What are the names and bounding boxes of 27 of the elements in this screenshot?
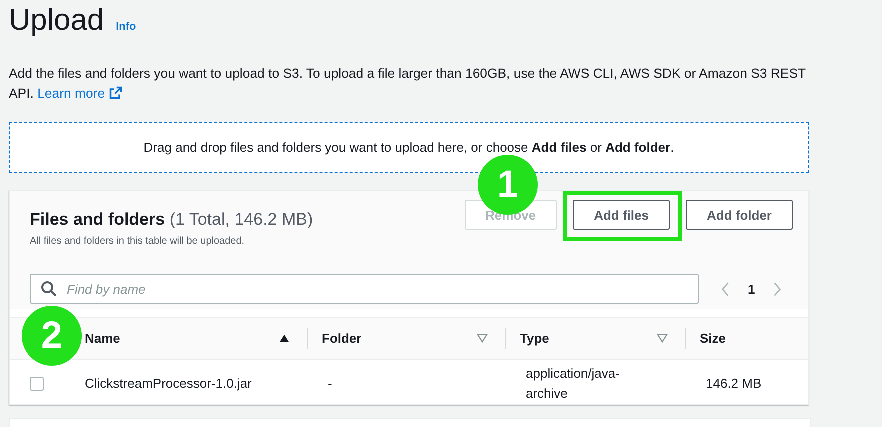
table-cell-text: application/java-archive bbox=[526, 364, 621, 402]
column-header[interactable]: Size bbox=[700, 331, 726, 346]
sort-ascending-icon[interactable] bbox=[279, 334, 290, 343]
table-cell: - bbox=[328, 376, 332, 391]
table-cell: ClickstreamProcessor-1.0.jar bbox=[85, 376, 252, 391]
next-page-icon[interactable] bbox=[773, 282, 782, 296]
action-button[interactable]: Add files bbox=[573, 200, 670, 230]
previous-page-icon[interactable] bbox=[721, 282, 730, 296]
page-title: Upload bbox=[9, 4, 104, 38]
sort-icon[interactable] bbox=[477, 334, 488, 343]
column-header[interactable]: Folder bbox=[322, 331, 362, 346]
learn-more-link[interactable]: Learn more bbox=[38, 86, 124, 101]
table-cell: 146.2 MB bbox=[706, 376, 762, 391]
search-icon bbox=[41, 281, 57, 297]
search-field[interactable]: Find by name bbox=[30, 274, 699, 304]
column-header[interactable]: Name bbox=[85, 331, 120, 346]
sort-icon[interactable] bbox=[657, 334, 668, 343]
external-link-icon bbox=[109, 86, 124, 100]
description: Add the files and folders you want to upload to S3. To upload a file larger than 160GB, use the AWS CLI, AWS SDK or Amazon S3 REST API. Learn more bbox=[9, 65, 807, 103]
action-button[interactable]: Add folder bbox=[686, 200, 793, 230]
panel-title: Files and folders (1 Total, 146.2 MB) bbox=[30, 210, 314, 230]
drop-zone-text: Drag and drop files and folders you want to upload here, or choose Add files or Add folder. bbox=[144, 140, 674, 155]
column-header[interactable]: Type bbox=[520, 331, 550, 346]
info-link[interactable]: Info bbox=[116, 21, 136, 33]
page-number[interactable]: 1 bbox=[748, 282, 756, 296]
panel-subtitle: All files and folders in this table will be uploaded. bbox=[30, 236, 246, 247]
row-checkbox[interactable] bbox=[30, 376, 44, 390]
